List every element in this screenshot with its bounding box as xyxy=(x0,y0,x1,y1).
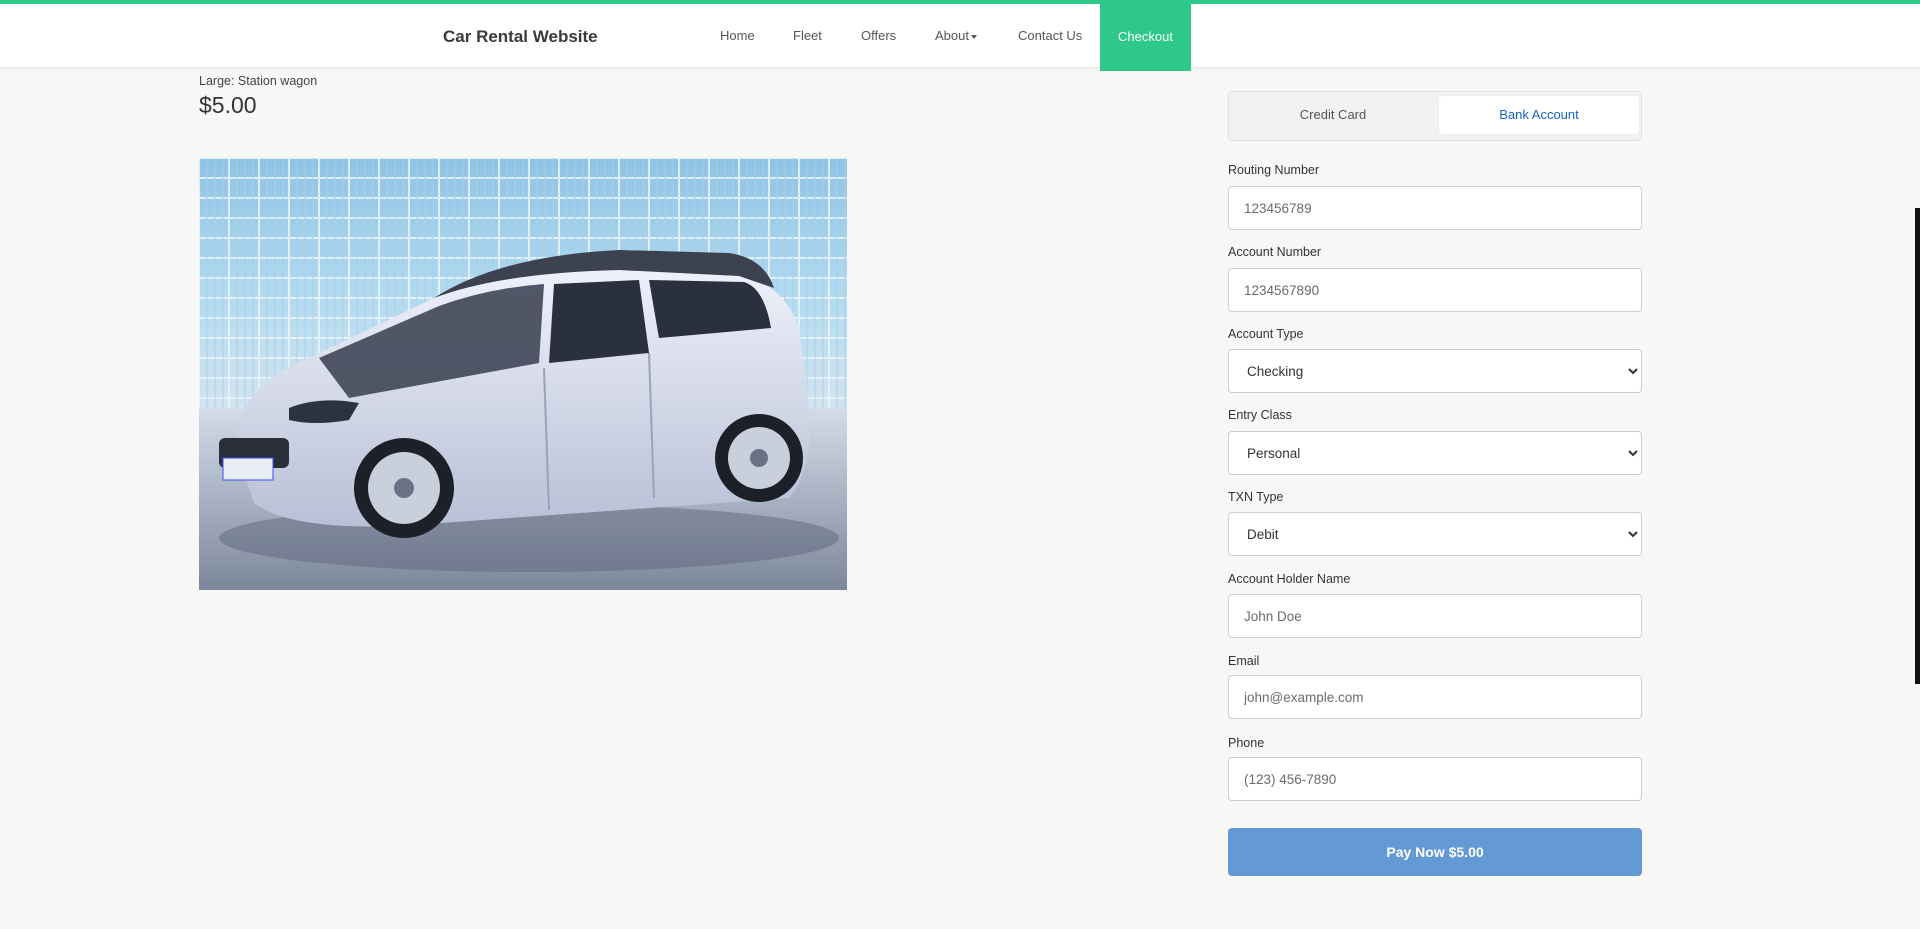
payment-method-tabs: Credit Card Bank Account xyxy=(1228,91,1642,141)
account-number-input[interactable] xyxy=(1228,268,1642,312)
nav-offers[interactable]: Offers xyxy=(861,4,896,67)
entry-class-label: Entry Class xyxy=(1228,408,1292,422)
email-label: Email xyxy=(1228,654,1260,668)
top-navbar: Car Rental Website Home Fleet Offers Abo… xyxy=(0,0,1920,71)
car-photo xyxy=(199,158,847,590)
pay-now-button[interactable]: Pay Now $5.00 xyxy=(1228,828,1642,876)
tab-credit-card[interactable]: Credit Card xyxy=(1233,96,1433,134)
routing-number-label: Routing Number xyxy=(1228,163,1320,177)
nav-contact-us[interactable]: Contact Us xyxy=(1018,4,1082,67)
email-input[interactable] xyxy=(1228,675,1642,719)
routing-number-input[interactable] xyxy=(1228,186,1642,230)
caret-down-icon xyxy=(970,34,977,39)
nav-checkout[interactable]: Checkout xyxy=(1100,0,1191,71)
phone-label: Phone xyxy=(1228,736,1265,750)
product-price: $5.00 xyxy=(199,92,257,118)
account-number-label: Account Number xyxy=(1228,245,1322,259)
txn-type-label: TXN Type xyxy=(1228,490,1284,504)
nav-home[interactable]: Home xyxy=(720,4,755,67)
product-type: Large: Station wagon xyxy=(199,74,318,88)
account-type-select[interactable]: Checking xyxy=(1228,349,1642,393)
site-brand[interactable]: Car Rental Website xyxy=(443,27,598,47)
car-illustration xyxy=(199,158,847,590)
nav-fleet[interactable]: Fleet xyxy=(793,4,822,67)
account-holder-name-label: Account Holder Name xyxy=(1228,572,1351,586)
nav-about-label: About xyxy=(935,28,969,43)
nav-about[interactable]: About xyxy=(935,4,977,67)
entry-class-select[interactable]: Personal xyxy=(1228,431,1642,475)
phone-input[interactable] xyxy=(1228,757,1642,801)
tab-bank-account[interactable]: Bank Account xyxy=(1439,96,1639,134)
txn-type-select[interactable]: Debit xyxy=(1228,512,1642,556)
account-type-label: Account Type xyxy=(1228,327,1304,341)
account-holder-name-input[interactable] xyxy=(1228,594,1642,638)
page-scrollbar[interactable] xyxy=(1915,208,1920,684)
